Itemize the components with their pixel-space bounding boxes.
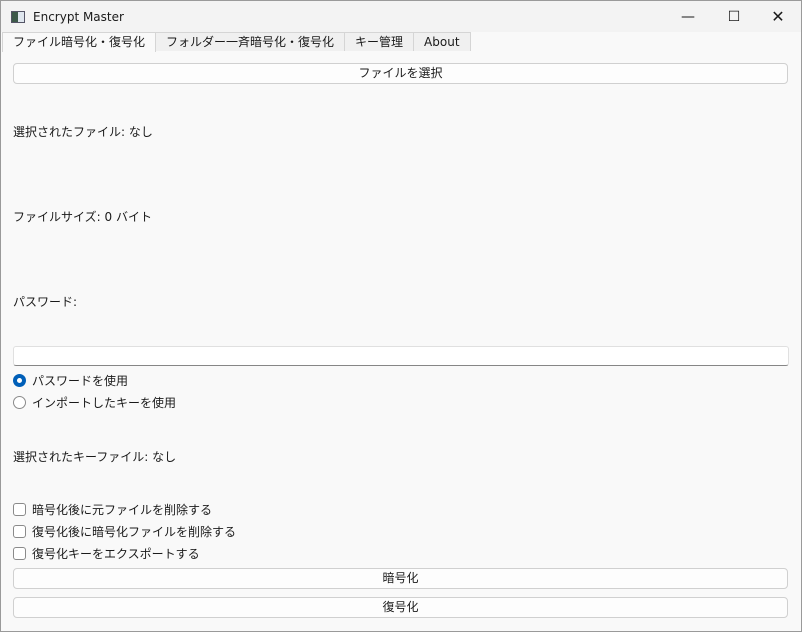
checkbox-delete-encrypted[interactable]: 復号化後に暗号化ファイルを削除する [13, 523, 236, 540]
password-label: パスワード: [13, 295, 78, 309]
tab-about[interactable]: About [413, 32, 471, 51]
password-input[interactable] [13, 346, 789, 366]
minimize-icon[interactable]: — [665, 1, 711, 32]
radio-unchecked-icon [13, 396, 26, 409]
selected-key-file-label: 選択されたキーファイル: なし [13, 450, 177, 464]
radio-use-imported-key[interactable]: インポートしたキーを使用 [13, 394, 176, 411]
close-icon[interactable]: ✕ [755, 1, 801, 32]
radio-label: パスワードを使用 [32, 374, 129, 388]
app-icon [11, 10, 25, 23]
window-title: Encrypt Master [33, 9, 124, 24]
encrypt-button[interactable]: 暗号化 [13, 568, 788, 589]
checkbox-label: 復号化キーをエクスポートする [32, 547, 200, 561]
tab-key-management[interactable]: キー管理 [344, 32, 415, 51]
checkbox-icon [13, 503, 26, 516]
maximize-icon[interactable]: ☐ [711, 1, 757, 32]
checkbox-label: 暗号化後に元ファイルを削除する [32, 503, 213, 517]
decrypt-button[interactable]: 復号化 [13, 597, 788, 618]
tab-file-encrypt[interactable]: ファイル暗号化・復号化 [2, 32, 157, 52]
checkbox-export-key[interactable]: 復号化キーをエクスポートする [13, 545, 200, 562]
title-bar: Encrypt Master — ☐ ✕ [1, 1, 801, 32]
tab-folder-encrypt[interactable]: フォルダー一斉暗号化・復号化 [155, 32, 346, 51]
checkbox-icon [13, 525, 26, 538]
selected-file-label: 選択されたファイル: なし [13, 125, 153, 139]
checkbox-icon [13, 547, 26, 560]
radio-checked-icon [13, 374, 26, 387]
checkbox-delete-original[interactable]: 暗号化後に元ファイルを削除する [13, 501, 212, 518]
file-size-label: ファイルサイズ: 0 バイト [13, 210, 152, 224]
checkbox-label: 復号化後に暗号化ファイルを削除する [32, 525, 237, 539]
tab-bar: ファイル暗号化・復号化 フォルダー一斉暗号化・復号化 キー管理 About [2, 32, 471, 52]
radio-use-password[interactable]: パスワードを使用 [13, 372, 128, 389]
select-file-button[interactable]: ファイルを選択 [13, 63, 788, 84]
radio-label: インポートしたキーを使用 [32, 396, 177, 410]
